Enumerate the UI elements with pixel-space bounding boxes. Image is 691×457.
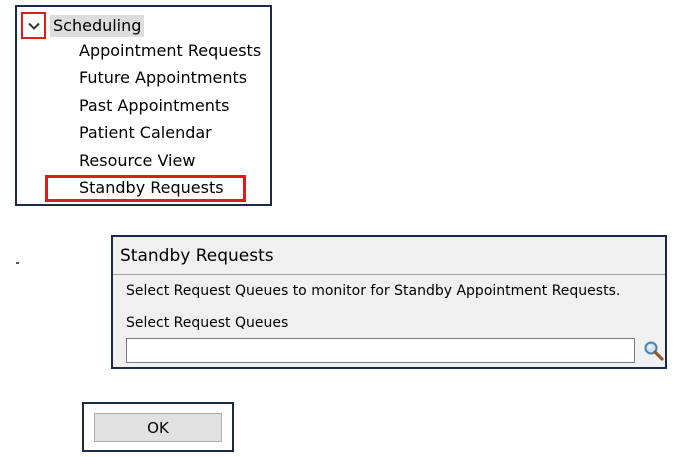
stray-mark xyxy=(16,262,19,264)
tree-item-appointment-requests[interactable]: Appointment Requests xyxy=(79,40,261,62)
standby-requests-dialog: Standby Requests Select Request Queues t… xyxy=(111,235,667,369)
tree-item-standby-requests[interactable]: Standby Requests xyxy=(79,177,224,199)
tree-item-past-appointments[interactable]: Past Appointments xyxy=(79,95,230,117)
ok-button-frame: OK xyxy=(82,402,234,452)
request-queues-label: Select Request Queues xyxy=(126,315,289,331)
tree-node-scheduling[interactable]: Scheduling xyxy=(50,15,145,37)
tree-expand-toggle[interactable] xyxy=(21,12,46,39)
scheduling-tree-panel: Scheduling Appointment Requests Future A… xyxy=(15,5,272,206)
chevron-down-icon xyxy=(27,22,40,30)
dialog-description: Select Request Queues to monitor for Sta… xyxy=(126,283,621,299)
request-queues-input[interactable] xyxy=(126,338,635,363)
tree-item-resource-view[interactable]: Resource View xyxy=(79,150,195,172)
ok-button[interactable]: OK xyxy=(94,413,222,442)
search-button[interactable] xyxy=(643,340,665,362)
dialog-title: Standby Requests xyxy=(120,246,274,266)
tree-item-future-appointments[interactable]: Future Appointments xyxy=(79,67,247,89)
dialog-header: Standby Requests xyxy=(113,237,665,275)
magnifier-icon xyxy=(644,341,664,361)
tree-item-patient-calendar[interactable]: Patient Calendar xyxy=(79,122,212,144)
screenshot-canvas: Scheduling Appointment Requests Future A… xyxy=(0,0,691,457)
